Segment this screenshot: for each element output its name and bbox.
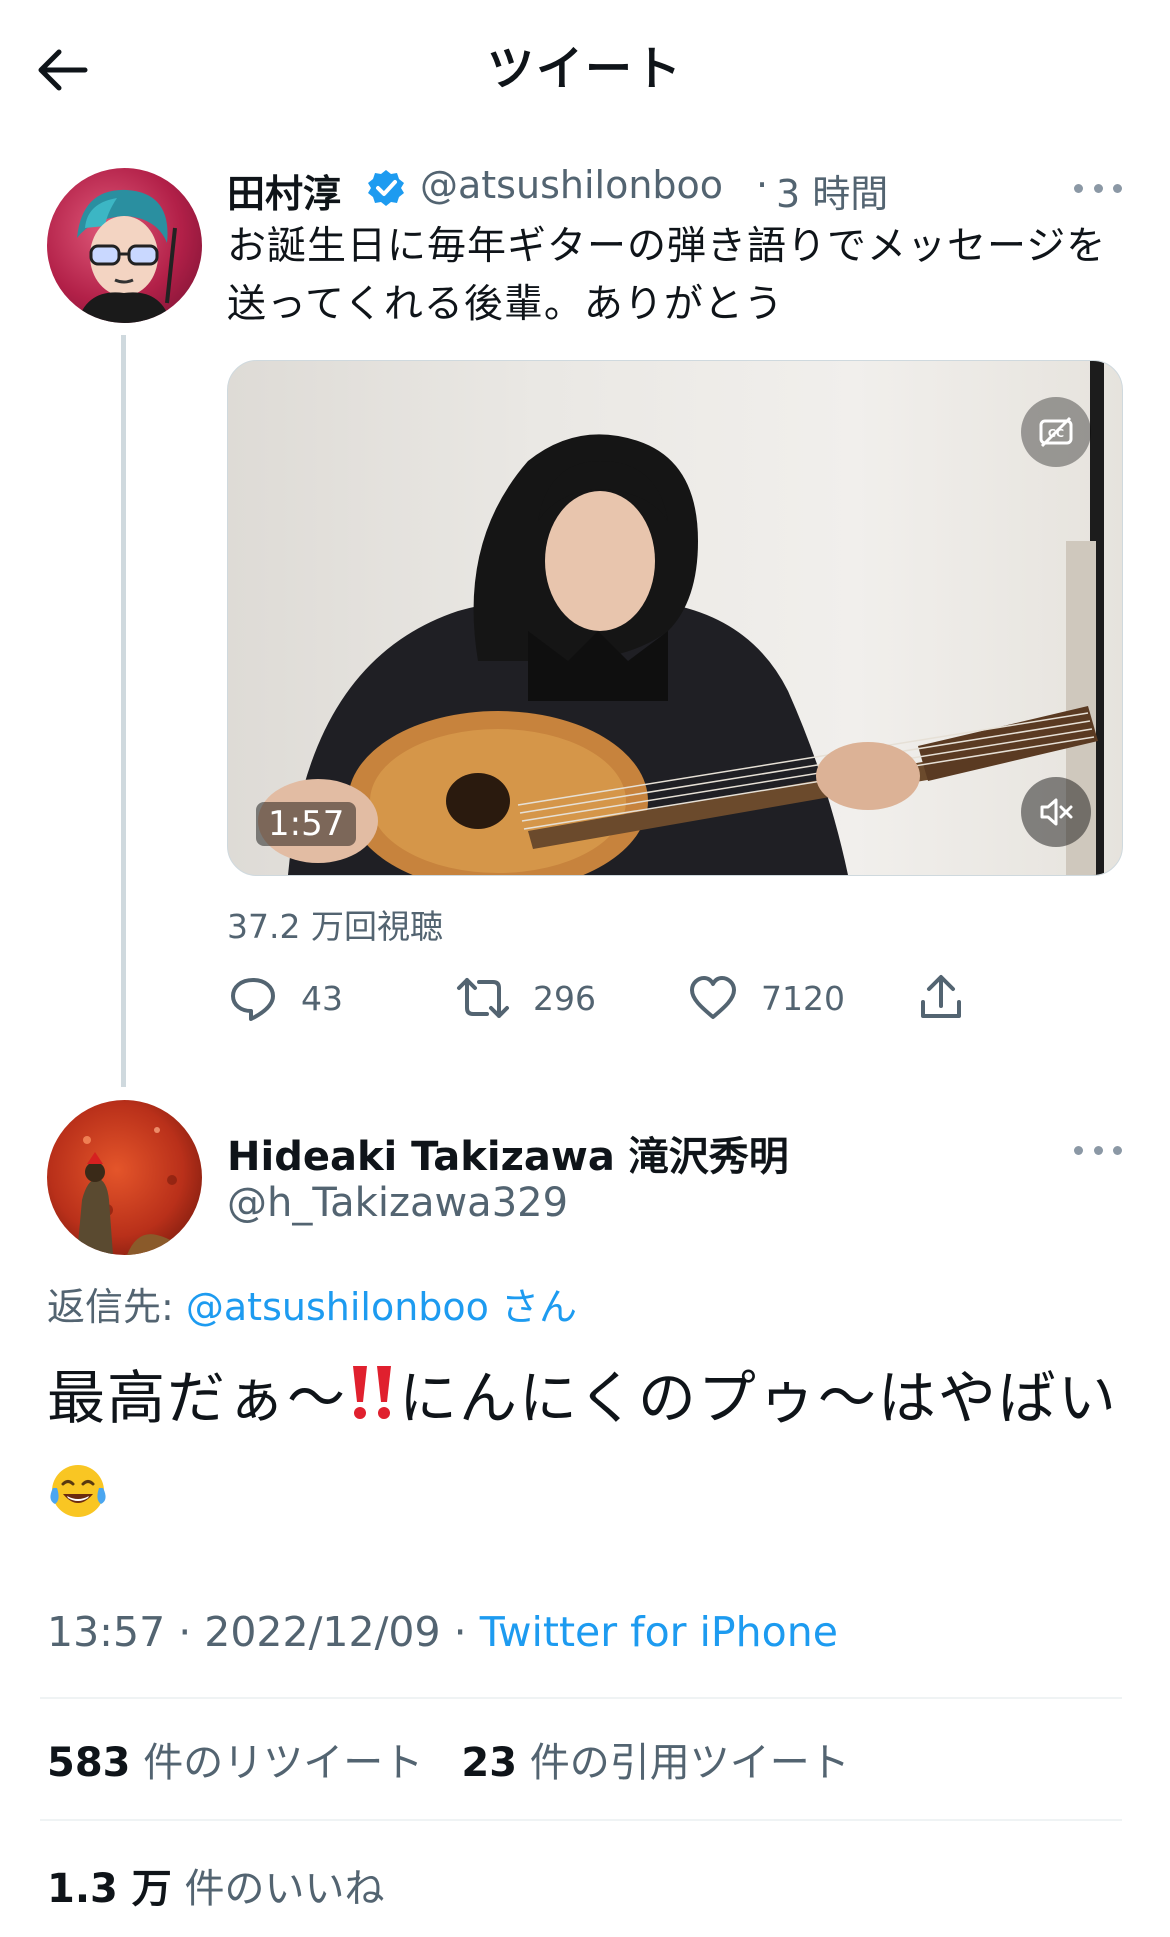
- view-count: 37.2 万回視聴: [227, 907, 443, 946]
- reply-icon: [231, 978, 275, 1021]
- avatar-illustration: [77, 189, 177, 323]
- mute-toggle-button[interactable]: [1021, 777, 1091, 847]
- avatar[interactable]: [47, 1100, 202, 1255]
- divider: [40, 1697, 1122, 1699]
- more-options-button[interactable]: [1074, 1140, 1122, 1160]
- likes-stat-link[interactable]: 1.3 万 件のいいね: [47, 1866, 385, 1912]
- reply-to-handle-link[interactable]: @atsushilonboo さん: [186, 1285, 577, 1329]
- retweet-count: 296: [533, 978, 596, 1018]
- share-icon: [921, 975, 961, 1018]
- tweet-text-part: 最高だぁ～: [47, 1364, 348, 1432]
- retweets-stat-link[interactable]: 583 件のリツイート: [47, 1740, 423, 1786]
- verified-badge-icon: [366, 168, 406, 208]
- like-button[interactable]: 7120: [687, 968, 845, 1028]
- retweet-icon: [457, 978, 509, 1018]
- reply-button[interactable]: 43: [227, 968, 343, 1028]
- double-exclamation-icon: [347, 1354, 399, 1450]
- separator-dot: ·: [165, 1608, 205, 1656]
- avatar[interactable]: [47, 168, 202, 323]
- video-frame: [258, 361, 1104, 875]
- author-handle[interactable]: @h_Takizawa329: [227, 1180, 568, 1226]
- author-name[interactable]: 田村淳: [227, 163, 341, 218]
- tweet-text: お誕生日に毎年ギターの弾き語りでメッセージを送ってくれる後輩。ありがとう: [227, 224, 1107, 327]
- reply-count: 43: [301, 978, 343, 1018]
- thread-connector-line: [121, 335, 126, 1087]
- likes-stat: 1.3 万 件のいいね: [47, 1856, 385, 1914]
- share-button[interactable]: [917, 968, 965, 1028]
- separator-dot: ·: [440, 1608, 480, 1656]
- tweet-date: 2022/12/09: [204, 1608, 441, 1656]
- captions-toggle-button[interactable]: CC: [1021, 397, 1091, 467]
- reply-to-label: 返信先:: [47, 1285, 186, 1329]
- separator-dot: ·: [756, 163, 769, 207]
- video-player[interactable]: [227, 360, 1123, 876]
- like-count: 7120: [761, 978, 845, 1018]
- author-handle[interactable]: @atsushilonboo: [420, 163, 723, 207]
- laughing-tears-icon: [47, 1454, 109, 1550]
- tweet-actions: 43 296 7120: [227, 968, 1027, 1028]
- captions-off-icon: CC: [1039, 416, 1073, 448]
- avatar-photo: [77, 1127, 187, 1255]
- author-name[interactable]: Hideaki Takizawa 滝沢秀明: [227, 1124, 789, 1182]
- reply-to-line: 返信先: @atsushilonboo さん: [47, 1276, 577, 1331]
- tweet-text: 最高だぁ～ にんにくのプゥ～はやばい: [47, 1350, 1127, 1550]
- retweet-button[interactable]: 296: [455, 968, 596, 1028]
- engagement-stats: 583 件のリツイート 23 件の引用ツイート: [47, 1730, 850, 1788]
- source-link[interactable]: Twitter for iPhone: [480, 1608, 838, 1656]
- tweet-text-part: にんにくのプゥ～はやばい: [399, 1364, 1118, 1432]
- page-title: ツイート: [487, 42, 683, 97]
- video-duration: 1:57: [256, 802, 357, 846]
- more-horizontal-icon: [1074, 1145, 1083, 1155]
- tweet-metadata: 13:57 · 2022/12/09 · Twitter for iPhone: [47, 1608, 838, 1656]
- tweet-time[interactable]: 3 時間: [776, 163, 888, 218]
- divider: [40, 1819, 1122, 1821]
- volume-muted-icon: [1040, 798, 1073, 826]
- more-horizontal-icon: [1074, 183, 1083, 193]
- more-options-button[interactable]: [1074, 178, 1122, 198]
- heart-icon: [690, 976, 736, 1019]
- quote-tweets-stat-link[interactable]: 23 件の引用ツイート: [461, 1740, 849, 1786]
- tweet-time: 13:57: [47, 1608, 166, 1656]
